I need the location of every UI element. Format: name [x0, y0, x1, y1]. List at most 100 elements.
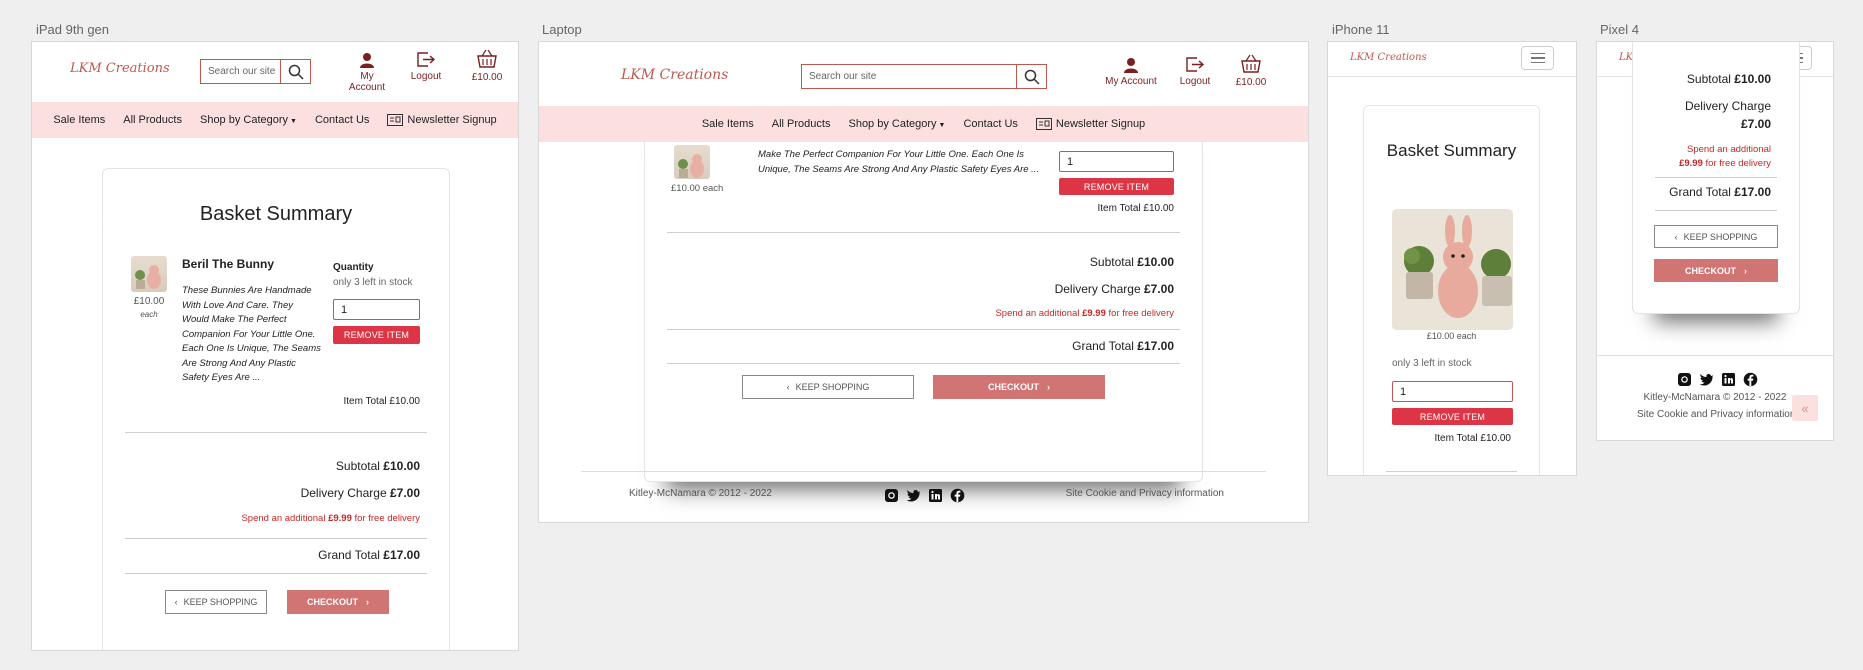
- nav-contact-us[interactable]: Contact Us: [315, 114, 369, 126]
- basket-icon: [1241, 54, 1261, 73]
- divider: [1655, 177, 1777, 178]
- device-label-laptop: Laptop: [542, 22, 582, 37]
- search-button[interactable]: [1016, 65, 1046, 88]
- nav-sale-items[interactable]: Sale Items: [702, 118, 754, 130]
- brand-logo[interactable]: LKM Creations: [621, 67, 728, 83]
- header-divider: [1328, 76, 1576, 77]
- remove-item-button[interactable]: REMOVE ITEM: [333, 326, 420, 344]
- search-input[interactable]: Search our site: [201, 60, 280, 83]
- device-label-ipad: iPad 9th gen: [36, 22, 110, 37]
- hamburger-icon: [1530, 52, 1545, 64]
- keep-shopping-button[interactable]: ‹ KEEP SHOPPING: [165, 590, 267, 614]
- delivery-value: £7.00: [1740, 117, 1771, 131]
- divider: [1655, 210, 1777, 211]
- product-name[interactable]: Beril The Bunny: [182, 257, 274, 271]
- scroll-top-button[interactable]: «: [1792, 395, 1818, 421]
- nav-newsletter[interactable]: Newsletter Signup: [387, 114, 497, 126]
- remove-item-button[interactable]: REMOVE ITEM: [1392, 408, 1513, 425]
- keep-shopping-button[interactable]: ‹ KEEP SHOPPING: [742, 375, 914, 399]
- category-label: Shop by Category: [199, 114, 289, 126]
- my-account-link[interactable]: My Account: [342, 52, 392, 93]
- main-nav: Sale Items All Products Shop by Category…: [32, 102, 518, 138]
- linkedin-icon[interactable]: [1721, 372, 1736, 387]
- quantity-input[interactable]: 1: [1392, 381, 1513, 402]
- account-label: My Account: [1105, 76, 1157, 87]
- brand-logo[interactable]: LKM Creations: [1350, 52, 1427, 63]
- spend-amount: £9.99: [1082, 308, 1106, 319]
- divider: [125, 538, 427, 539]
- subtotal-value: £10.00: [383, 459, 420, 473]
- stock-text: only 3 left in stock: [1392, 358, 1472, 369]
- scroll-top-icon: «: [1801, 400, 1809, 416]
- newsletter-icon: [1035, 118, 1052, 130]
- divider: [667, 232, 1180, 233]
- nav-all-products[interactable]: All Products: [772, 118, 831, 130]
- divider: [667, 329, 1180, 330]
- twitter-icon[interactable]: [1699, 372, 1714, 387]
- delivery-value: £7.00: [1143, 282, 1174, 296]
- basket-title: Basket Summary: [1386, 141, 1517, 160]
- quantity-input[interactable]: 1: [333, 299, 420, 320]
- spend-post: for free delivery: [1108, 308, 1174, 319]
- product-thumbnail[interactable]: [674, 145, 710, 179]
- basket-card: Basket Summary £10.00 each Beril The Bun…: [102, 168, 450, 650]
- product-image[interactable]: [1392, 209, 1513, 330]
- keep-label: KEEP SHOPPING: [795, 382, 870, 392]
- grand-label: Grand Total: [1072, 339, 1134, 353]
- grand-total-row: Grand Total £17.00: [1669, 185, 1771, 199]
- spend-pre: Spend an additional: [1687, 144, 1771, 155]
- hamburger-menu-button[interactable]: [1521, 46, 1554, 70]
- subtotal-value: £10.00: [1734, 72, 1771, 86]
- grand-value: £17.00: [383, 548, 420, 562]
- footer-cookie-link[interactable]: Site Cookie and Privacy information: [1066, 488, 1224, 499]
- nav-sale-items[interactable]: Sale Items: [53, 114, 105, 126]
- remove-item-button[interactable]: REMOVE ITEM: [1059, 178, 1174, 195]
- github-icon[interactable]: [1677, 372, 1692, 387]
- newsletter-label: Newsletter Signup: [407, 114, 497, 126]
- nav-shop-by-category[interactable]: Shop by Category ▼: [848, 118, 945, 130]
- category-label: Shop by Category: [848, 118, 937, 130]
- basket-link[interactable]: £10.00: [1231, 54, 1271, 88]
- checkout-button[interactable]: CHECKOUT ›: [1654, 259, 1778, 282]
- search-button[interactable]: [280, 60, 310, 83]
- nav-newsletter[interactable]: Newsletter Signup: [1035, 118, 1145, 130]
- keep-shopping-button[interactable]: ‹ KEEP SHOPPING: [1654, 225, 1778, 248]
- twitter-icon[interactable]: [906, 488, 921, 503]
- footer-divider: [1597, 355, 1833, 356]
- my-account-link[interactable]: My Account: [1105, 57, 1157, 87]
- main-nav: Sale Items All Products Shop by Category…: [539, 106, 1308, 142]
- each-label: each: [140, 310, 158, 319]
- nav-shop-by-category[interactable]: Shop by Category ▼: [200, 114, 297, 126]
- quantity-input[interactable]: 1: [1059, 151, 1174, 172]
- divider: [667, 363, 1180, 364]
- product-description-line-2: Unique, The Seams Are Strong And Any Pla…: [758, 164, 1040, 175]
- brand-logo[interactable]: LKM Creations: [70, 61, 170, 76]
- facebook-icon[interactable]: [950, 488, 965, 503]
- nav-all-products[interactable]: All Products: [123, 114, 182, 126]
- item-total: Item Total £10.00: [1097, 203, 1174, 214]
- logout-link[interactable]: Logout: [1175, 56, 1215, 87]
- search-input[interactable]: Search our site: [802, 65, 1016, 88]
- social-links: [884, 488, 965, 503]
- chevron-left-icon: ‹: [786, 382, 790, 392]
- ipad-frame: LKM Creations Search our site My Account…: [31, 41, 519, 651]
- checkout-button[interactable]: CHECKOUT ›: [287, 590, 389, 614]
- search-form: Search our site: [200, 59, 311, 84]
- delivery-row: Delivery Charge £7.00: [1055, 282, 1174, 296]
- checkout-button[interactable]: CHECKOUT ›: [933, 375, 1105, 399]
- facebook-icon[interactable]: [1743, 372, 1758, 387]
- basket-link[interactable]: £10.00: [467, 49, 507, 83]
- logout-link[interactable]: Logout: [407, 51, 445, 82]
- product-thumbnail[interactable]: [131, 256, 167, 292]
- chevron-right-icon: ›: [1047, 382, 1050, 392]
- spend-pre: Spend an additional: [995, 308, 1080, 319]
- github-icon[interactable]: [884, 488, 899, 503]
- social-links: [1677, 372, 1758, 387]
- linkedin-icon[interactable]: [928, 488, 943, 503]
- divider: [125, 432, 427, 433]
- divider: [125, 573, 427, 574]
- footer-cookie-link[interactable]: Site Cookie and Privacy information: [1637, 409, 1795, 420]
- nav-contact-us[interactable]: Contact Us: [963, 118, 1017, 130]
- product-image: [135, 265, 161, 289]
- divider: [1386, 471, 1517, 472]
